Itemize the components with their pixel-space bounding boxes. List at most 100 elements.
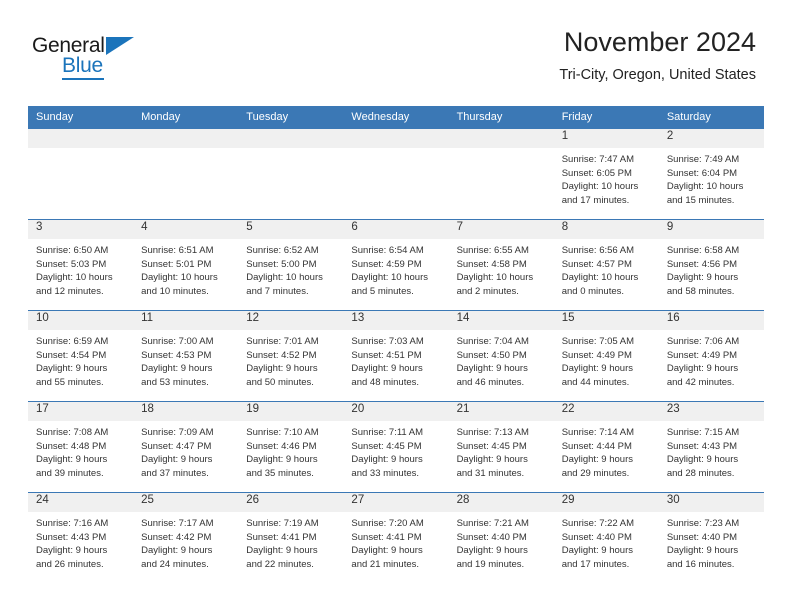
calendar-table: Sunday Monday Tuesday Wednesday Thursday Frid… <box>28 106 764 583</box>
daylight-text-line1: Daylight: 9 hours <box>351 454 423 465</box>
calendar-day-cell[interactable]: 26 Sunrise: 7:19 AM Sunset: 4:41 PM Dayligh… <box>238 492 344 583</box>
sunrise-text: Sunrise: 7:23 AM <box>666 518 740 529</box>
calendar-week-row: 24 Sunrise: 7:16 AM Sunset: 4:43 PM Dayligh… <box>28 492 764 583</box>
calendar-day-cell[interactable]: 9 Sunrise: 6:58 AM Sunset: 4:56 PM Daylight… <box>658 219 764 311</box>
calendar-day-cell[interactable]: 20 Sunrise: 7:11 AM Sunset: 4:45 PM Dayligh… <box>343 401 449 493</box>
logo-triangle-icon <box>106 37 134 55</box>
calendar-day-cell[interactable]: 22 Sunrise: 7:14 AM Sunset: 4:44 PM Dayligh… <box>553 401 659 493</box>
daylight-text-line2: and 24 minutes. <box>141 558 209 570</box>
day-number <box>133 129 239 148</box>
calendar-day-cell[interactable]: 15 Sunrise: 7:05 AM Sunset: 4:49 PM Dayligh… <box>553 310 659 402</box>
day-detail-lines <box>28 148 133 153</box>
day-number: 17 <box>28 402 134 421</box>
calendar-day-cell[interactable]: 29 Sunrise: 7:22 AM Sunset: 4:40 PM Dayligh… <box>553 492 659 583</box>
day-detail-lines: Sunrise: 7:00 AM Sunset: 4:53 PM Daylight:… <box>133 330 238 389</box>
calendar-day-cell[interactable]: 28 Sunrise: 7:21 AM Sunset: 4:40 PM Dayligh… <box>448 492 554 583</box>
day-detail-lines: Sunrise: 6:59 AM Sunset: 4:54 PM Daylight:… <box>28 330 133 389</box>
weekday-header-wednesday: Wednesday <box>343 106 449 129</box>
daylight-text-line2: and 29 minutes. <box>561 467 630 479</box>
calendar-day-cell[interactable]: 30 Sunrise: 7:23 AM Sunset: 4:40 PM Dayligh… <box>658 492 764 583</box>
sunrise-text: Sunrise: 7:49 AM <box>666 154 740 165</box>
daylight-text-line2: and 12 minutes. <box>36 285 104 297</box>
sunrise-text: Sunrise: 6:54 AM <box>351 245 424 256</box>
calendar-day-cell[interactable]: 14 Sunrise: 7:04 AM Sunset: 4:50 PM Dayligh… <box>448 310 554 402</box>
logo-underline <box>62 78 104 80</box>
title-block: November 2024 Tri-City, Oregon, United S… <box>559 27 756 83</box>
calendar-day-cell[interactable]: 24 Sunrise: 7:16 AM Sunset: 4:43 PM Dayligh… <box>28 492 134 583</box>
daylight-text-line2: and 10 minutes. <box>141 285 209 297</box>
calendar-week-row: 3 Sunrise: 6:50 AM Sunset: 5:03 PM Daylight… <box>28 219 764 311</box>
day-cell-inner: 27 Sunrise: 7:20 AM Sunset: 4:41 PM Dayligh… <box>343 493 449 583</box>
day-detail-lines: Sunrise: 6:56 AM Sunset: 4:57 PM Daylight:… <box>554 239 659 298</box>
sunrise-text: Sunrise: 7:06 AM <box>666 336 740 347</box>
calendar-day-cell[interactable]: 6 Sunrise: 6:54 AM Sunset: 4:59 PM Daylight… <box>343 219 449 311</box>
day-number: 27 <box>343 493 449 512</box>
day-cell-inner <box>133 129 239 219</box>
day-number: 9 <box>658 220 764 239</box>
day-cell-inner: 5 Sunrise: 6:52 AM Sunset: 5:00 PM Daylight… <box>238 220 344 310</box>
location-subtitle: Tri-City, Oregon, United States <box>559 66 756 83</box>
calendar-day-cell[interactable]: 4 Sunrise: 6:51 AM Sunset: 5:01 PM Daylight… <box>133 219 239 311</box>
day-detail-lines: Sunrise: 6:55 AM Sunset: 4:58 PM Daylight:… <box>449 239 554 298</box>
calendar-day-cell[interactable]: 12 Sunrise: 7:01 AM Sunset: 4:52 PM Dayligh… <box>238 310 344 402</box>
daylight-text-line2: and 7 minutes. <box>246 285 309 297</box>
day-detail-lines: Sunrise: 7:20 AM Sunset: 4:41 PM Daylight:… <box>343 512 448 571</box>
weekday-header-saturday: Saturday <box>658 106 764 129</box>
sunset-text: Sunset: 5:00 PM <box>246 258 317 270</box>
day-cell-inner: 14 Sunrise: 7:04 AM Sunset: 4:50 PM Dayligh… <box>448 311 554 401</box>
daylight-text-line1: Daylight: 10 hours <box>456 272 534 283</box>
day-detail-lines: Sunrise: 7:11 AM Sunset: 4:45 PM Daylight:… <box>343 421 448 480</box>
calendar-day-cell[interactable]: 2 Sunrise: 7:49 AM Sunset: 6:04 PM Daylight… <box>658 128 764 220</box>
sunrise-text: Sunrise: 7:13 AM <box>456 427 529 438</box>
calendar-day-cell[interactable]: 5 Sunrise: 6:52 AM Sunset: 5:00 PM Daylight… <box>238 219 344 311</box>
sunset-text: Sunset: 4:49 PM <box>666 349 738 361</box>
calendar-day-cell[interactable]: 21 Sunrise: 7:13 AM Sunset: 4:45 PM Dayligh… <box>448 401 554 493</box>
sunset-text: Sunset: 4:40 PM <box>561 531 632 543</box>
calendar-day-cell[interactable]: 13 Sunrise: 7:03 AM Sunset: 4:51 PM Dayligh… <box>343 310 449 402</box>
calendar-day-cell[interactable]: 1 Sunrise: 7:47 AM Sunset: 6:05 PM Daylight… <box>553 128 659 220</box>
day-cell-inner: 17 Sunrise: 7:08 AM Sunset: 4:48 PM Dayligh… <box>28 402 134 492</box>
daylight-text-line1: Daylight: 9 hours <box>666 454 739 465</box>
general-blue-logo[interactable]: General Blue <box>32 34 152 84</box>
calendar-day-cell[interactable]: 8 Sunrise: 6:56 AM Sunset: 4:57 PM Daylight… <box>553 219 659 311</box>
daylight-text-line2: and 53 minutes. <box>141 376 209 388</box>
calendar-day-cell[interactable]: 25 Sunrise: 7:17 AM Sunset: 4:42 PM Dayligh… <box>133 492 239 583</box>
day-number: 13 <box>343 311 449 330</box>
calendar-day-cell[interactable]: 16 Sunrise: 7:06 AM Sunset: 4:49 PM Dayligh… <box>658 310 764 402</box>
day-detail-lines: Sunrise: 7:06 AM Sunset: 4:49 PM Daylight:… <box>659 330 764 389</box>
day-number: 5 <box>238 220 344 239</box>
sunset-text: Sunset: 4:43 PM <box>36 531 107 543</box>
day-detail-lines <box>238 148 343 153</box>
calendar-day-cell[interactable]: 3 Sunrise: 6:50 AM Sunset: 5:03 PM Daylight… <box>28 219 134 311</box>
calendar-week-row: 17 Sunrise: 7:08 AM Sunset: 4:48 PM Dayligh… <box>28 401 764 493</box>
calendar-day-cell[interactable]: 10 Sunrise: 6:59 AM Sunset: 4:54 PM Dayligh… <box>28 310 134 402</box>
day-detail-lines: Sunrise: 7:10 AM Sunset: 4:46 PM Daylight:… <box>238 421 343 480</box>
calendar-day-cell[interactable]: 18 Sunrise: 7:09 AM Sunset: 4:47 PM Dayligh… <box>133 401 239 493</box>
calendar-day-cell[interactable]: 11 Sunrise: 7:00 AM Sunset: 4:53 PM Dayligh… <box>133 310 239 402</box>
day-number: 19 <box>238 402 344 421</box>
day-detail-lines: Sunrise: 7:19 AM Sunset: 4:41 PM Daylight:… <box>238 512 343 571</box>
calendar-day-cell[interactable]: 27 Sunrise: 7:20 AM Sunset: 4:41 PM Dayligh… <box>343 492 449 583</box>
day-cell-inner: 4 Sunrise: 6:51 AM Sunset: 5:01 PM Daylight… <box>133 220 239 310</box>
sunrise-text: Sunrise: 7:15 AM <box>666 427 740 438</box>
daylight-text-line2: and 48 minutes. <box>351 376 420 388</box>
daylight-text-line1: Daylight: 9 hours <box>666 272 739 283</box>
calendar-day-cell[interactable]: 19 Sunrise: 7:10 AM Sunset: 4:46 PM Dayligh… <box>238 401 344 493</box>
calendar-day-cell[interactable]: 23 Sunrise: 7:15 AM Sunset: 4:43 PM Dayligh… <box>658 401 764 493</box>
sunrise-text: Sunrise: 7:09 AM <box>141 427 214 438</box>
day-number: 14 <box>448 311 554 330</box>
daylight-text-line2: and 33 minutes. <box>351 467 420 479</box>
day-detail-lines <box>449 148 554 153</box>
sunset-text: Sunset: 4:45 PM <box>456 440 527 452</box>
calendar-day-cell[interactable]: 17 Sunrise: 7:08 AM Sunset: 4:48 PM Dayligh… <box>28 401 134 493</box>
daylight-text-line1: Daylight: 9 hours <box>36 454 108 465</box>
day-cell-inner: 23 Sunrise: 7:15 AM Sunset: 4:43 PM Dayligh… <box>658 402 764 492</box>
daylight-text-line2: and 22 minutes. <box>246 558 314 570</box>
calendar-day-cell-empty <box>238 128 344 220</box>
daylight-text-line2: and 44 minutes. <box>561 376 630 388</box>
calendar-day-cell[interactable]: 7 Sunrise: 6:55 AM Sunset: 4:58 PM Daylight… <box>448 219 554 311</box>
daylight-text-line2: and 37 minutes. <box>141 467 209 479</box>
day-cell-inner: 6 Sunrise: 6:54 AM Sunset: 4:59 PM Daylight… <box>343 220 449 310</box>
day-cell-inner: 25 Sunrise: 7:17 AM Sunset: 4:42 PM Dayligh… <box>133 493 239 583</box>
daylight-text-line1: Daylight: 9 hours <box>141 454 213 465</box>
